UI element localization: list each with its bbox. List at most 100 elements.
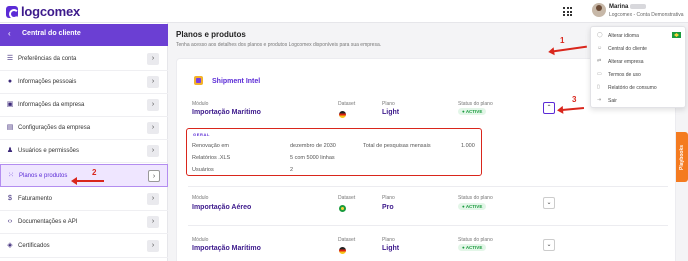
logcomex-logo[interactable]: logcomex: [6, 4, 80, 19]
menu-item-alterar-empresa[interactable]: ⇄ Alterar empresa: [591, 55, 687, 68]
annotation-number-1: 1: [560, 36, 565, 45]
avatar[interactable]: [592, 3, 606, 17]
logo-text: logcomex: [21, 4, 81, 19]
brazil-flag-icon: [339, 205, 346, 212]
menu-item-termos-uso[interactable]: ▭ Termos de uso: [591, 68, 687, 81]
sidebar-item-label: Informações da empresa: [18, 102, 85, 108]
sidebar-item-certificados[interactable]: ◈ Certificados ›: [0, 235, 168, 258]
sidebar-item-label: Faturamento: [18, 196, 53, 202]
annotation-arrow-1: [553, 45, 587, 53]
user-name[interactable]: Marina: [609, 4, 647, 10]
user-icon: ●: [7, 78, 13, 85]
chevron-right-icon[interactable]: ›: [147, 240, 159, 252]
shield-icon: ◈: [7, 242, 13, 249]
dataset-label: Dataset: [338, 195, 356, 201]
chevron-right-icon[interactable]: ›: [147, 145, 159, 157]
renovacao-label: Renovação em: [192, 143, 229, 149]
menu-item-sair[interactable]: ⇥ Sair: [591, 94, 687, 107]
sidebar: ‹ Central do cliente ☰ Preferências da c…: [0, 23, 168, 261]
sidebar-item-label: Documentações e API: [18, 219, 78, 225]
plano-value: Light: [382, 245, 400, 252]
sidebar-item-informacoes-pessoais[interactable]: ● Informações pessoais ›: [0, 71, 168, 94]
modulo-value: Importação Aéreo: [192, 204, 252, 211]
relatorios-label: Relatórios .XLS: [192, 155, 231, 161]
sidebar-item-label: Preferências da conta: [18, 56, 77, 62]
menu-item-label: Alterar idioma: [608, 33, 639, 39]
dollar-icon: $: [8, 195, 12, 202]
usuarios-label: Usuários: [192, 167, 214, 173]
sidebar-item-label: Configurações da empresa: [18, 125, 91, 131]
collapse-button[interactable]: ⌃: [543, 102, 555, 114]
status-label: Status do plano: [458, 195, 493, 201]
annotation-arrow-2: [71, 177, 104, 185]
sliders-icon: ☰: [6, 55, 14, 62]
expand-button[interactable]: ⌄: [543, 239, 555, 251]
brazil-flag-icon: [672, 32, 681, 38]
sidebar-item-usuarios[interactable]: ♟ Usuários e permissões ›: [0, 140, 168, 163]
users-icon: ♟: [6, 147, 14, 154]
apps-grid-icon[interactable]: [563, 7, 572, 16]
building-icon: ▤: [6, 124, 14, 131]
user-menu-dropdown: ◯ Alterar idioma ☺ Central do cliente ⇄ …: [590, 26, 686, 108]
modulo-label: Módulo: [192, 101, 209, 107]
row-divider: [188, 225, 668, 226]
menu-item-alterar-idioma[interactable]: ◯ Alterar idioma: [591, 29, 687, 42]
chevron-right-icon[interactable]: ›: [147, 216, 159, 228]
sidebar-header[interactable]: ‹ Central do cliente: [0, 24, 168, 46]
briefcase-icon: ▣: [6, 101, 14, 108]
chevron-right-icon[interactable]: ›: [147, 99, 159, 111]
status-badge: ● ACTIVE: [458, 244, 487, 251]
menu-item-label: Central do cliente: [608, 46, 647, 52]
document-icon: ▭: [597, 71, 602, 77]
menu-item-label: Relatório de consumo: [608, 85, 657, 91]
sidebar-item-documentacoes[interactable]: ‹› Documentações e API ›: [0, 211, 168, 234]
report-icon: ▯: [597, 84, 600, 90]
plano-label: Plano: [382, 101, 395, 107]
status-label: Status do plano: [458, 101, 493, 107]
page-title: Planos e produtos: [176, 30, 246, 39]
logout-icon: ⇥: [597, 97, 602, 103]
modulo-value: Importação Marítimo: [192, 245, 261, 252]
code-icon: ‹›: [7, 218, 13, 225]
sidebar-item-informacoes-empresa[interactable]: ▣ Informações da empresa ›: [0, 94, 168, 117]
menu-item-label: Sair: [608, 98, 617, 104]
relatorios-value: 5 com 5000 linhas: [290, 155, 335, 161]
pesquisas-value: 1.000: [461, 143, 475, 149]
sidebar-item-label: Usuários e permissões: [18, 148, 80, 154]
chevron-right-icon[interactable]: ›: [147, 122, 159, 134]
chevron-right-icon[interactable]: ›: [148, 170, 160, 182]
dataset-label: Dataset: [338, 101, 356, 107]
person-icon: ☺: [597, 45, 603, 51]
status-badge: ● ACTIVE: [458, 108, 487, 115]
chevron-right-icon[interactable]: ›: [147, 53, 159, 65]
chevron-left-icon[interactable]: ‹: [8, 29, 11, 38]
page-subtitle: Tenha acesso aos detalhes dos planos e p…: [176, 42, 382, 48]
plano-label: Plano: [382, 237, 395, 243]
annotation-number-3: 3: [572, 95, 577, 104]
menu-item-central-cliente[interactable]: ☺ Central do cliente: [591, 42, 687, 55]
annotation-number-2: 2: [92, 168, 97, 177]
sidebar-item-configuracoes-empresa[interactable]: ▤ Configurações da empresa ›: [0, 117, 168, 140]
pesquisas-label: Total de pesquisas mensais: [363, 143, 431, 149]
plano-value: Light: [382, 109, 400, 116]
modulo-label: Módulo: [192, 195, 209, 201]
menu-item-label: Alterar empresa: [608, 59, 644, 65]
chevron-right-icon[interactable]: ›: [147, 193, 159, 205]
user-organization: Logcomex - Conta Demonstrativa: [609, 12, 684, 18]
row-divider: [188, 186, 668, 187]
menu-item-relatorio-consumo[interactable]: ▯ Relatório de consumo: [591, 81, 687, 94]
chevron-right-icon[interactable]: ›: [147, 76, 159, 88]
sidebar-item-preferencias[interactable]: ☰ Preferências da conta ›: [0, 48, 168, 71]
sidebar-title: Central do cliente: [22, 30, 81, 37]
status-badge: ● ACTIVE: [458, 203, 487, 210]
sidebar-item-faturamento[interactable]: $ Faturamento ›: [0, 188, 168, 211]
modulo-value: Importação Marítimo: [192, 109, 261, 116]
sidebar-item-label: Informações pessoais: [18, 79, 77, 85]
globe-icon: ◯: [597, 32, 603, 38]
sidebar-item-planos-produtos[interactable]: ⁙ Planos e produtos ›: [0, 164, 168, 187]
modulo-label: Módulo: [192, 237, 209, 243]
expand-button[interactable]: ⌄: [543, 197, 555, 209]
shipment-intel-logo-icon: [194, 76, 203, 85]
playbooks-tab[interactable]: Playbooks: [676, 132, 688, 182]
germany-flag-icon: [339, 111, 346, 118]
